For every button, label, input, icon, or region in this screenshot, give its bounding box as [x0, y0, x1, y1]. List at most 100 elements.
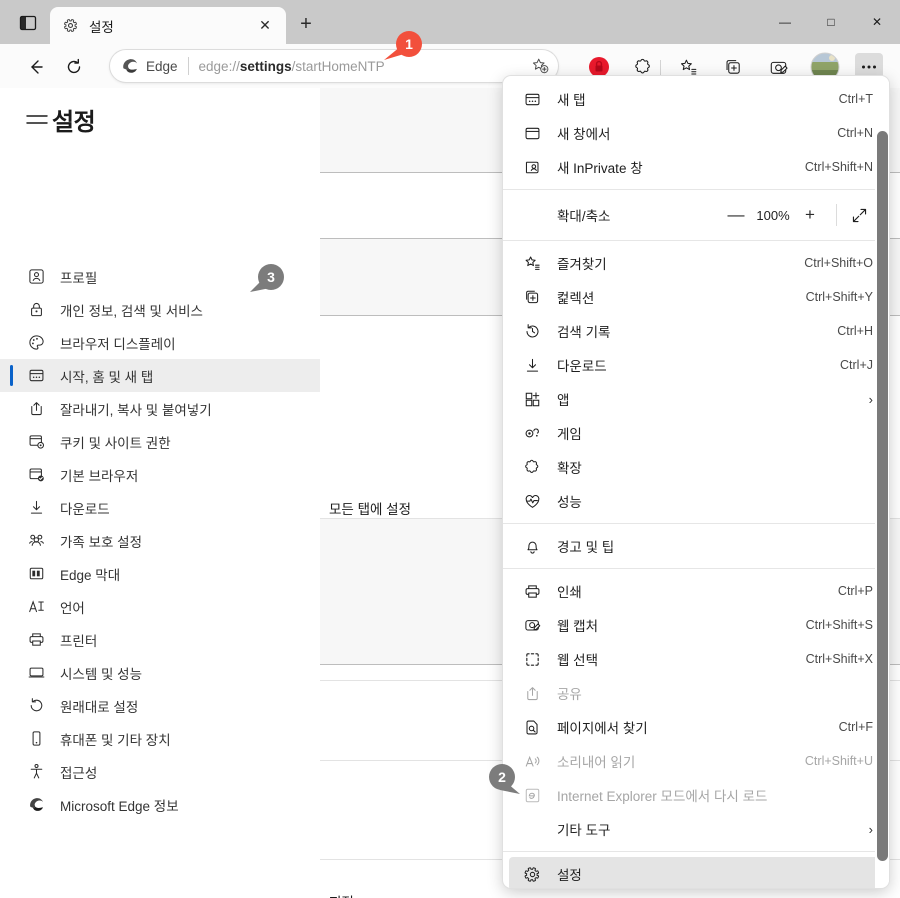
sidebar-item-phone-devices[interactable]: 휴대폰 및 기타 장치	[0, 722, 320, 755]
menu-item-label: 설정	[557, 864, 867, 884]
menu-item-downloads[interactable]: 다운로드 Ctrl+J	[503, 348, 889, 382]
add-favorite-icon[interactable]	[528, 54, 552, 78]
tab-title: 설정	[89, 16, 254, 36]
menu-item-label: 새 탭	[557, 89, 839, 109]
menu-separator	[503, 851, 889, 852]
menu-item-performance[interactable]: 성능	[503, 484, 889, 518]
menu-item-share: 공유	[503, 676, 889, 710]
sidebar-item-system-performance[interactable]: 시스템 및 성능	[0, 656, 320, 689]
menu-item-shortcut: Ctrl+Shift+N	[805, 160, 873, 174]
sidebar-item-family-safety[interactable]: 가족 보호 설정	[0, 524, 320, 557]
family-icon	[26, 531, 46, 551]
window-controls: — □ ✕	[762, 0, 900, 44]
menu-item-label: 경고 및 팁	[557, 536, 873, 556]
sidebar-item-accessibility[interactable]: 접근성	[0, 755, 320, 788]
sidebar-item-about-edge[interactable]: Microsoft Edge 정보	[0, 788, 320, 821]
menu-item-more-tools[interactable]: 기타 도구 ›	[503, 812, 889, 846]
menu-item-label: 인쇄	[557, 581, 838, 601]
menu-item-find-on-page[interactable]: 페이지에서 찾기 Ctrl+F	[503, 710, 889, 744]
close-window-button[interactable]: ✕	[854, 0, 900, 44]
menu-item-collections[interactable]: 컱렉션 Ctrl+Shift+Y	[503, 280, 889, 314]
menu-item-web-capture[interactable]: 웹 캡처 Ctrl+Shift+S	[503, 608, 889, 642]
sidebar-item-printers[interactable]: 프린터	[0, 623, 320, 656]
sidebar-item-languages[interactable]: 언어	[0, 590, 320, 623]
menu-item-games[interactable]: 게임	[503, 416, 889, 450]
zoom-control-row: 확대/축소 — 100% +	[503, 195, 889, 235]
menu-item-label: 앱	[557, 389, 861, 409]
zoom-out-button[interactable]: —	[722, 201, 750, 229]
share-icon	[521, 682, 543, 704]
menu-item-new-inprivate-window[interactable]: 새 InPrivate 창 Ctrl+Shift+N	[503, 150, 889, 184]
tab-actions-icon[interactable]	[14, 10, 42, 36]
menu-item-shortcut: Ctrl+Shift+X	[806, 652, 873, 666]
hamburger-icon[interactable]	[26, 111, 48, 129]
omnibox-url: edge://settings/startHomeNTP	[199, 59, 385, 74]
menu-item-extensions[interactable]: 확장	[503, 450, 889, 484]
sidebar-item-start-home-newtab[interactable]: 시작, 홈 및 새 탭	[0, 359, 320, 392]
more-tools-icon	[521, 818, 543, 840]
web-capture-icon	[521, 614, 543, 636]
chevron-right-icon: ›	[869, 822, 873, 837]
zoom-in-button[interactable]: +	[796, 201, 824, 229]
palette-icon	[26, 333, 46, 353]
menu-scrollbar[interactable]	[875, 76, 889, 888]
menu-item-shortcut: Ctrl+Shift+O	[804, 256, 873, 270]
sidebar-item-label: Edge 막대	[60, 564, 120, 584]
share-icon	[26, 399, 46, 419]
sidebar-item-reset-settings[interactable]: 원래대로 설정	[0, 689, 320, 722]
sidebar-item-edge-bar[interactable]: Edge 막대	[0, 557, 320, 590]
new-tab-icon	[26, 366, 46, 386]
sidebar-item-cut-copy-paste[interactable]: 잘라내기, 복사 및 붙여넣기	[0, 392, 320, 425]
fullscreen-icon[interactable]	[845, 201, 873, 229]
back-icon[interactable]	[22, 53, 50, 81]
ie-mode-icon	[521, 784, 543, 806]
menu-separator	[503, 523, 889, 524]
callout-badge-3: 3	[258, 264, 284, 290]
sidebar-item-label: 다운로드	[60, 498, 110, 518]
menu-item-apps[interactable]: 앱 ›	[503, 382, 889, 416]
url-host: settings	[240, 59, 292, 74]
menu-item-history[interactable]: 검색 기록 Ctrl+H	[503, 314, 889, 348]
menu-item-print[interactable]: 인쇄 Ctrl+P	[503, 574, 889, 608]
download-icon	[521, 354, 543, 376]
menu-item-new-window[interactable]: 새 창에서 Ctrl+N	[503, 116, 889, 150]
sidebar-item-default-browser[interactable]: 기본 브라우저	[0, 458, 320, 491]
content-text: 모든 탭에 설정	[329, 498, 411, 518]
refresh-icon[interactable]	[60, 53, 88, 81]
settings-sidebar: 설정 프로필 개인 정보, 검색 및 서비스 브라우저 디스플레이 시작, 홈 …	[0, 88, 320, 898]
sidebar-item-label: 휴대폰 및 기타 장치	[60, 729, 171, 749]
sidebar-item-label: 쿠키 및 사이트 권한	[60, 432, 171, 452]
lock-icon	[26, 300, 46, 320]
system-icon	[26, 663, 46, 683]
phone-icon	[26, 729, 46, 749]
menu-item-new-tab[interactable]: 새 탭 Ctrl+T	[503, 82, 889, 116]
close-icon[interactable]: ✕	[254, 15, 276, 37]
menu-item-label: 즐겨찾기	[557, 253, 804, 273]
maximize-button[interactable]: □	[808, 0, 854, 44]
menu-item-settings[interactable]: 설정	[509, 857, 883, 888]
menu-scrollbar-thumb[interactable]	[877, 131, 888, 861]
sidebar-item-downloads[interactable]: 다운로드	[0, 491, 320, 524]
browser-tab[interactable]: 설정 ✕	[50, 7, 286, 44]
menu-item-alerts-tips[interactable]: 경고 및 팁	[503, 529, 889, 563]
title-bar: 설정 ✕ + — □ ✕	[0, 0, 900, 44]
new-tab-button[interactable]: +	[294, 12, 318, 36]
callout-badge-2: 2	[489, 764, 515, 790]
sidebar-item-appearance[interactable]: 브라우저 디스플레이	[0, 326, 320, 359]
sidebar-item-cookies-permissions[interactable]: 쿠키 및 사이트 권한	[0, 425, 320, 458]
url-prefix: edge://	[199, 59, 240, 74]
printer-icon	[521, 580, 543, 602]
menu-item-shortcut: Ctrl+N	[837, 126, 873, 140]
find-icon	[521, 716, 543, 738]
gear-icon	[60, 16, 80, 36]
minimize-button[interactable]: —	[762, 0, 808, 44]
address-bar[interactable]: Edge edge://settings/startHomeNTP	[110, 50, 558, 82]
menu-item-shortcut: Ctrl+J	[840, 358, 873, 372]
menu-item-web-select[interactable]: 웹 선택 Ctrl+Shift+X	[503, 642, 889, 676]
page-title: 설정	[52, 102, 95, 137]
extensions-puzzle-icon	[521, 456, 543, 478]
edge-logo-icon	[120, 56, 140, 76]
menu-item-favorites[interactable]: 즐겨찾기 Ctrl+Shift+O	[503, 246, 889, 280]
menu-separator	[503, 568, 889, 569]
profile-icon	[26, 267, 46, 287]
